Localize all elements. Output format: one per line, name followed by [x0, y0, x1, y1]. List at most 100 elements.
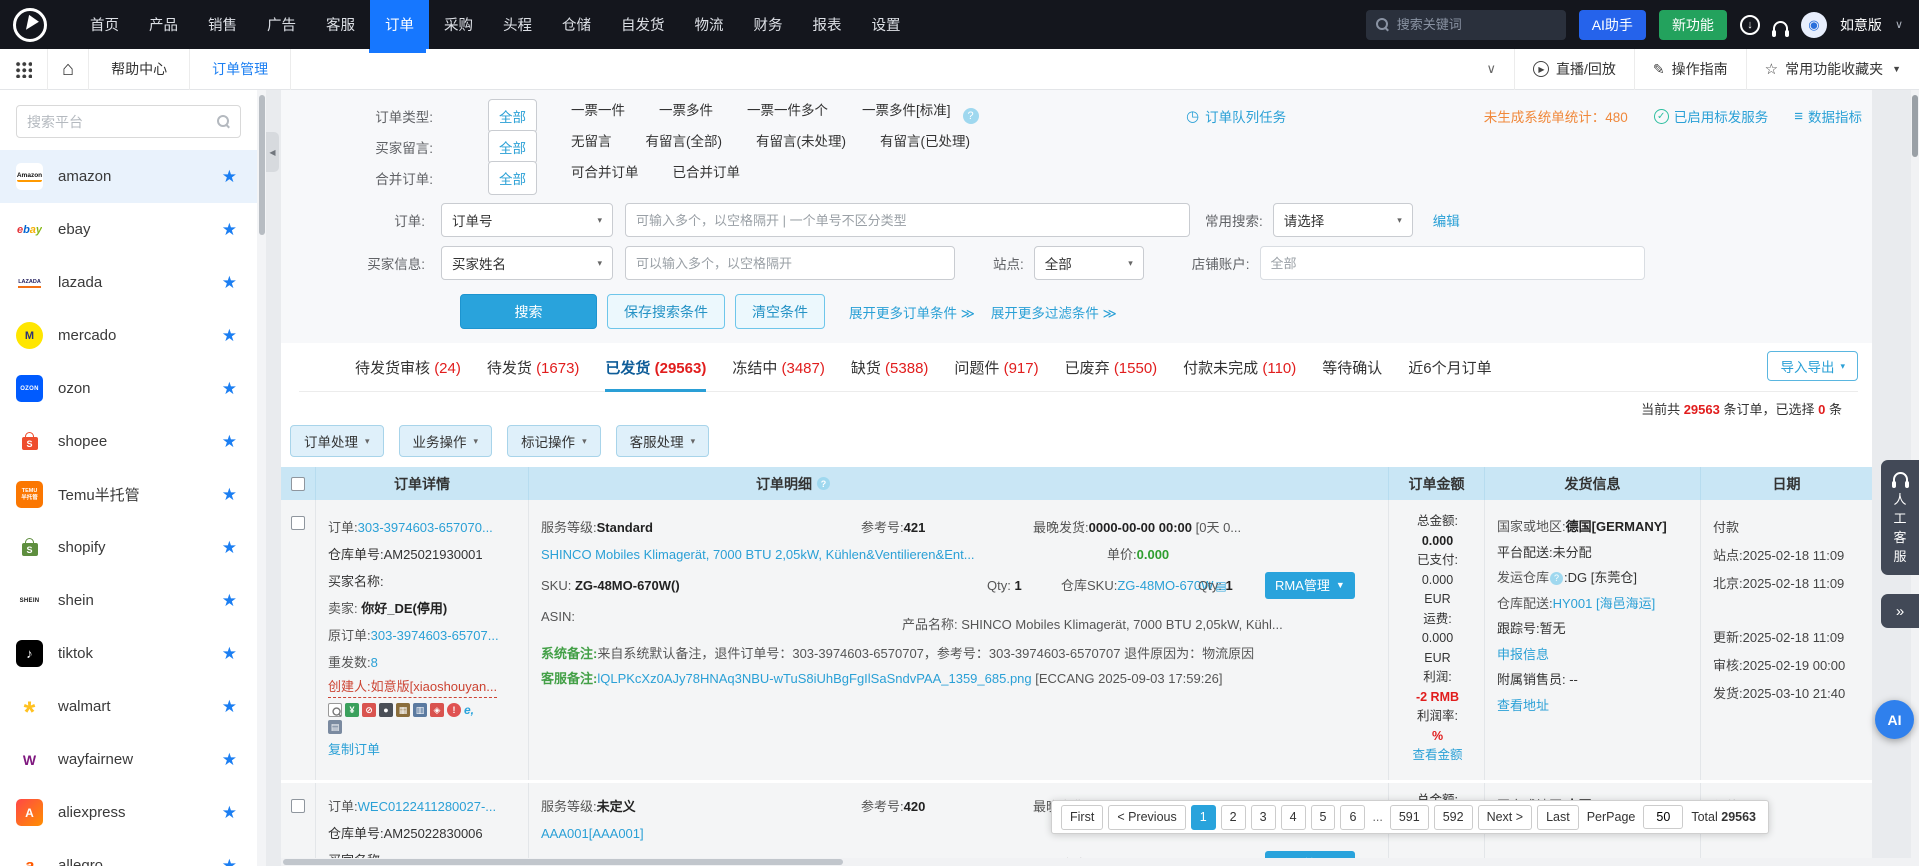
tab-discarded[interactable]: 已废弃 (1550): [1065, 357, 1158, 391]
pagination-next[interactable]: Next >: [1478, 805, 1532, 830]
human-customer-service-widget[interactable]: 人 工 客 服: [1881, 460, 1919, 575]
sidebar-item-aliexpress[interactable]: A aliexpress ★: [0, 786, 257, 839]
sidebar-item-shopee[interactable]: S shopee ★: [0, 415, 257, 468]
nav-item-purchasing[interactable]: 采购: [429, 0, 488, 49]
filter-option[interactable]: 全部: [488, 99, 537, 133]
nav-item-customer-service[interactable]: 客服: [311, 0, 370, 49]
filter-option[interactable]: 一票一件: [571, 99, 625, 133]
ungenerated-stats-link[interactable]: 未生成系统单统计：480: [1484, 106, 1628, 126]
favorite-star-icon[interactable]: ★: [222, 856, 237, 866]
clear-conditions-button[interactable]: 清空条件: [735, 294, 825, 329]
new-feature-button[interactable]: 新功能: [1659, 10, 1727, 40]
sidebar-scrollbar[interactable]: [257, 90, 266, 866]
order-number-link[interactable]: 303-3974603-657070...: [358, 520, 493, 535]
filter-option[interactable]: 有留言(全部): [646, 130, 723, 164]
sidebar-item-shopify[interactable]: S shopify ★: [0, 521, 257, 574]
creator-label[interactable]: 创建人:如意版[xiaoshouyan...: [328, 677, 497, 698]
cs-note-file-link[interactable]: lQLPKcXz0AJy78HNAq3NBU-wTuS8iUhBgFgIlSaS…: [597, 671, 1031, 686]
sidebar-collapse-handle[interactable]: ◀: [266, 132, 279, 172]
search-button[interactable]: 搜索: [460, 294, 597, 329]
edit-link[interactable]: 编辑: [1433, 210, 1460, 230]
favorite-star-icon[interactable]: ★: [222, 644, 237, 664]
perpage-input[interactable]: [1643, 805, 1683, 829]
favorite-star-icon[interactable]: ★: [222, 220, 237, 240]
sidebar-item-ebay[interactable]: ebay ebay ★: [0, 203, 257, 256]
tab-pending-review[interactable]: 待发货审核 (24): [355, 357, 461, 391]
filter-option[interactable]: 一票多件: [659, 99, 713, 133]
avatar[interactable]: ◉: [1801, 12, 1827, 38]
pagination-first[interactable]: First: [1061, 805, 1103, 830]
row-checkbox[interactable]: [291, 516, 305, 530]
filter-option[interactable]: 可合并订单: [571, 161, 639, 195]
favorite-star-icon[interactable]: ★: [222, 379, 237, 399]
favorite-star-icon[interactable]: ★: [222, 326, 237, 346]
nav-item-self-delivery[interactable]: 自发货: [606, 0, 680, 49]
nav-item-orders[interactable]: 订单: [370, 0, 429, 49]
tab-payment-incomplete[interactable]: 付款未完成 (110): [1183, 357, 1296, 391]
truck-icon[interactable]: ▥: [413, 703, 427, 717]
tag-icon[interactable]: ◈: [430, 703, 444, 717]
chevron-down-icon[interactable]: ∨: [1895, 18, 1903, 31]
tab-recent-6-months[interactable]: 近6个月订单: [1408, 357, 1491, 391]
view-amount-link[interactable]: 查看金额: [1401, 746, 1474, 766]
global-search[interactable]: [1366, 10, 1566, 40]
zoom-icon[interactable]: [328, 703, 342, 717]
site-select[interactable]: 全部 ▾: [1034, 246, 1144, 280]
app-logo[interactable]: [13, 8, 47, 42]
filter-option[interactable]: 有留言(未处理): [756, 130, 846, 164]
data-metrics-link[interactable]: ≡ 数据指标: [1794, 106, 1862, 126]
pagination-page-4[interactable]: 4: [1281, 805, 1306, 830]
nav-item-products[interactable]: 产品: [134, 0, 193, 49]
business-ops-button[interactable]: 业务操作▾: [399, 425, 493, 457]
original-order-link[interactable]: 303-3974603-65707...: [371, 628, 499, 643]
e-commerce-icon[interactable]: e,: [464, 703, 474, 717]
filter-option[interactable]: 一票一件多个: [747, 99, 828, 133]
pagination-page-2[interactable]: 2: [1221, 805, 1246, 830]
ai-floating-button[interactable]: AI: [1875, 700, 1914, 739]
product-title-link[interactable]: AAA001[AAA001]: [541, 820, 644, 847]
cs-ops-button[interactable]: 客服处理▾: [616, 425, 710, 457]
chevron-down-icon[interactable]: ∨: [1468, 61, 1514, 77]
nav-item-warehouse[interactable]: 仓储: [547, 0, 606, 49]
more-order-conditions-link[interactable]: 展开更多订单条件 ≫: [849, 302, 975, 322]
order-number-link[interactable]: WEC0122411280027-...: [358, 799, 497, 814]
platform-search[interactable]: [16, 105, 241, 138]
horizontal-scrollbar[interactable]: [281, 858, 1911, 866]
order-number-input[interactable]: [625, 203, 1190, 237]
resend-count-link[interactable]: 8: [371, 655, 378, 670]
sidebar-item-allegro[interactable]: a allegro ★: [0, 839, 257, 866]
view-address-link[interactable]: 查看地址: [1497, 698, 1549, 713]
tab-frozen[interactable]: 冻结中 (3487): [732, 357, 825, 391]
buyer-info-input[interactable]: [625, 246, 955, 280]
nav-item-settings[interactable]: 设置: [857, 0, 916, 49]
nav-item-home[interactable]: 首页: [75, 0, 134, 49]
app-launcher-icon[interactable]: [15, 61, 32, 78]
sidebar-item-lazada[interactable]: LAZADA lazada ★: [0, 256, 257, 309]
operation-guide-link[interactable]: ✎ 操作指南: [1635, 49, 1746, 89]
pagination-page-3[interactable]: 3: [1251, 805, 1276, 830]
sidebar-item-mercado[interactable]: M mercado ★: [0, 309, 257, 362]
favorite-star-icon[interactable]: ★: [222, 432, 237, 452]
help-icon[interactable]: ?: [1550, 572, 1563, 585]
nav-item-sales[interactable]: 销售: [193, 0, 252, 49]
expand-panel-button[interactable]: »: [1881, 594, 1919, 628]
mark-ops-button[interactable]: 标记操作▾: [507, 425, 601, 457]
package-icon[interactable]: ▦: [396, 703, 410, 717]
filter-option[interactable]: 一票多件[标准]: [862, 99, 951, 133]
order-process-button[interactable]: 订单处理▾: [290, 425, 384, 457]
copy-order-link[interactable]: 复制订单: [328, 742, 380, 757]
pagination-page-592[interactable]: 592: [1434, 805, 1473, 830]
clipboard-icon[interactable]: ▤: [328, 720, 342, 734]
favorites-link[interactable]: ☆ 常用功能收藏夹 ▼: [1747, 49, 1919, 89]
import-export-button[interactable]: 导入导出 ▾: [1767, 351, 1858, 381]
scrollbar-thumb[interactable]: [259, 95, 265, 235]
help-icon[interactable]: ?: [963, 108, 979, 124]
shop-account-input[interactable]: [1260, 246, 1645, 280]
sidebar-item-amazon[interactable]: Amazon amazon ★: [0, 150, 257, 203]
scrollbar-thumb[interactable]: [1912, 95, 1918, 157]
live-replay-link[interactable]: ▶ 直播/回放: [1515, 49, 1634, 89]
pagination-page-1[interactable]: 1: [1191, 805, 1216, 830]
filter-option[interactable]: 已合并订单: [673, 161, 741, 195]
rma-manage-button[interactable]: RMA管理▼: [1265, 572, 1355, 599]
favorite-star-icon[interactable]: ★: [222, 273, 237, 293]
